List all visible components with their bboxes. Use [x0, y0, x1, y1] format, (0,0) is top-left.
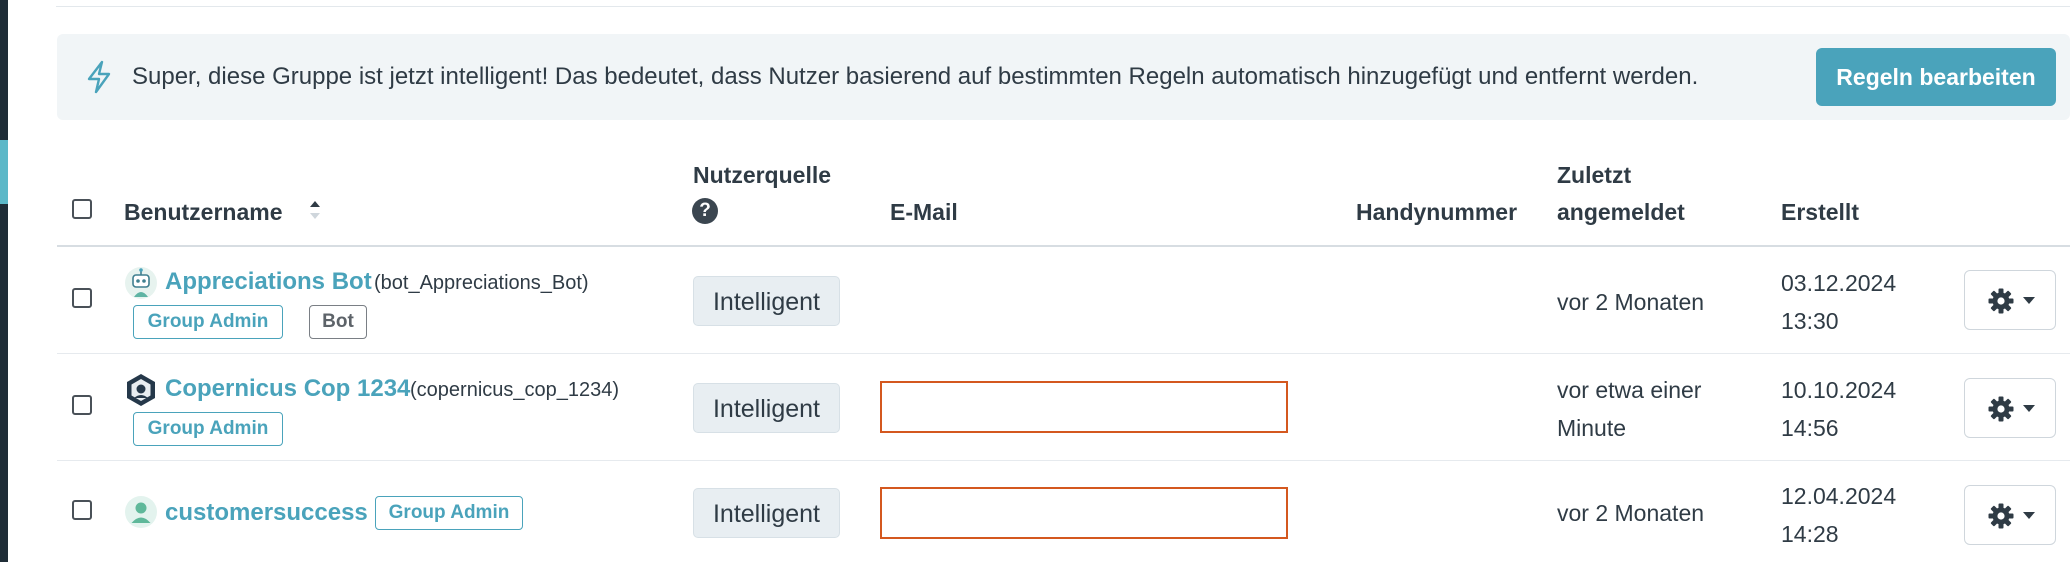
user-handle: (bot_Appreciations_Bot): [374, 272, 589, 294]
row-divider: [57, 353, 2070, 354]
gear-icon: [1988, 503, 2014, 529]
last-login-line1: vor 2 Monaten: [1557, 500, 1705, 526]
user-name-link[interactable]: Appreciations Bot: [165, 265, 372, 299]
header-last-login-line2: angemeldet: [1557, 199, 1685, 225]
user-name-link[interactable]: customersuccess: [165, 496, 368, 530]
help-icon[interactable]: ?: [692, 198, 718, 224]
created-date: 12.04.2024 14:28: [1781, 477, 1896, 553]
select-all-checkbox[interactable]: [72, 199, 92, 219]
header-last-login-line1: Zuletzt: [1557, 162, 1632, 188]
row-checkbox[interactable]: [72, 500, 92, 520]
user-name-link[interactable]: Copernicus Cop 1234: [165, 372, 410, 406]
row-actions-button[interactable]: [1964, 485, 2056, 545]
header-divider: [57, 245, 2070, 247]
top-divider: [56, 6, 2070, 7]
last-login-line1: vor 2 Monaten: [1557, 289, 1705, 315]
group-admin-badge: Group Admin: [133, 305, 283, 339]
header-created: Erstellt: [1781, 199, 1859, 225]
header-last-login: Zuletzt angemeldet: [1557, 157, 1685, 231]
email-cell-highlight[interactable]: [880, 487, 1288, 539]
last-login: vor 2 Monaten: [1557, 494, 1704, 532]
group-admin-badge: Group Admin: [375, 496, 523, 530]
last-login-line1: vor etwa einer: [1557, 377, 1702, 403]
header-source: Nutzerquelle: [693, 162, 832, 188]
person-avatar-icon: [125, 496, 157, 528]
created-time-line: 13:30: [1781, 308, 1839, 334]
chevron-down-icon: [2023, 512, 2035, 519]
smart-group-banner: Super, diese Gruppe ist jetzt intelligen…: [57, 34, 2070, 120]
header-phone: Handynummer: [1356, 199, 1518, 225]
row-divider: [57, 460, 2070, 461]
chevron-down-icon: [2023, 405, 2035, 412]
header-email: E-Mail: [890, 199, 958, 225]
edit-rules-button[interactable]: Regeln bearbeiten: [1816, 48, 2056, 106]
header-username[interactable]: Benutzername: [124, 194, 282, 231]
last-login: vor 2 Monaten: [1557, 283, 1704, 321]
chevron-down-icon: [2023, 297, 2035, 304]
user-source-pill: Intelligent: [693, 383, 840, 433]
sort-icon[interactable]: [307, 196, 323, 224]
bot-badge: Bot: [309, 305, 367, 339]
last-login: vor etwa einer Minute: [1557, 371, 1701, 447]
email-cell-highlight[interactable]: [880, 381, 1288, 433]
created-date-line: 03.12.2024: [1781, 270, 1897, 296]
left-edge: [0, 0, 8, 562]
created-date: 03.12.2024 13:30: [1781, 264, 1896, 340]
left-edge-accent: [0, 140, 8, 204]
gear-icon: [1988, 288, 2014, 314]
created-time-line: 14:28: [1781, 521, 1839, 547]
gear-icon: [1988, 396, 2014, 422]
row-checkbox[interactable]: [72, 395, 92, 415]
bolt-icon: [87, 60, 111, 94]
banner-text: Super, diese Gruppe ist jetzt intelligen…: [132, 63, 1699, 90]
user-source-pill: Intelligent: [693, 276, 840, 326]
group-admin-badge: Group Admin: [133, 412, 283, 446]
created-date-line: 10.10.2024: [1781, 377, 1897, 403]
created-date-line: 12.04.2024: [1781, 483, 1897, 509]
created-date: 10.10.2024 14:56: [1781, 371, 1896, 447]
user-source-pill: Intelligent: [693, 488, 840, 538]
row-actions-button[interactable]: [1964, 378, 2056, 438]
user-handle: (copernicus_cop_1234): [410, 379, 620, 401]
last-login-line2: Minute: [1557, 415, 1627, 441]
row-checkbox[interactable]: [72, 288, 92, 308]
hexagon-avatar-icon: [127, 374, 155, 406]
robot-avatar-icon: [125, 267, 157, 299]
created-time-line: 14:56: [1781, 415, 1839, 441]
row-actions-button[interactable]: [1964, 270, 2056, 330]
